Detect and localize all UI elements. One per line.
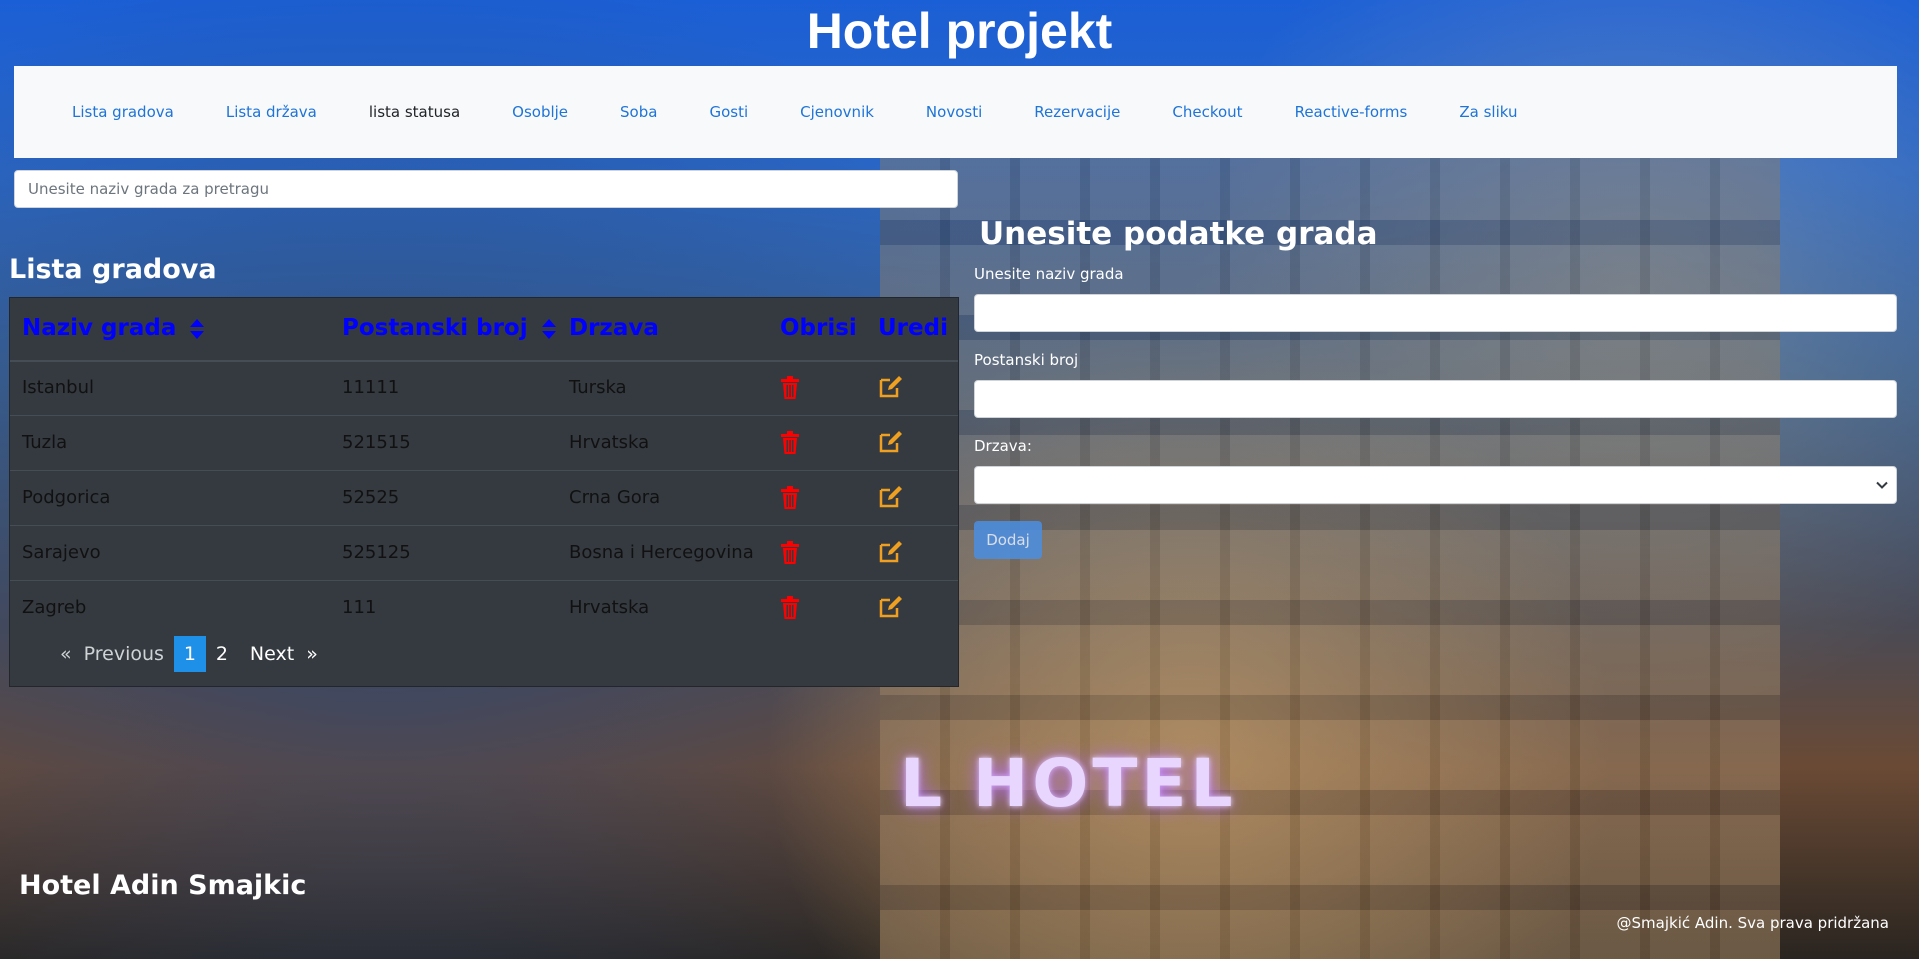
city-list-title: Lista gradova: [9, 254, 217, 285]
city-table: Naziv grada Postanski broj Drzava Obrisi…: [9, 297, 959, 687]
trash-icon[interactable]: [780, 486, 800, 510]
pagination-page-1[interactable]: 1: [173, 636, 206, 672]
cell-postal-code: 111: [342, 597, 377, 618]
table-header: Naziv grada Postanski broj Drzava Obrisi…: [10, 298, 958, 362]
city-form-title: Unesite podatke grada: [979, 216, 1378, 252]
nav-item-lista-drzava[interactable]: Lista država: [226, 103, 317, 121]
site-title: Hotel projekt: [806, 3, 1113, 59]
edit-icon[interactable]: [878, 540, 904, 564]
cell-city-name: Istanbul: [22, 377, 95, 398]
cell-country: Crna Gora: [569, 487, 661, 508]
pagination: « Previous 1 2 Next »: [60, 636, 318, 672]
nav-item-reactive-forms[interactable]: Reactive-forms: [1295, 103, 1408, 121]
trash-icon[interactable]: [780, 376, 800, 400]
pagination-page-2[interactable]: 2: [206, 636, 238, 672]
nav-item-osoblje[interactable]: Osoblje: [512, 103, 568, 121]
nav-item-novosti[interactable]: Novosti: [926, 103, 982, 121]
table-row: Zagreb 111 Hrvatska: [10, 580, 958, 636]
cell-country: Turska: [569, 377, 627, 398]
trash-icon[interactable]: [780, 541, 800, 565]
pagination-previous-arrow[interactable]: «: [60, 643, 72, 665]
table-row: Sarajevo 525125 Bosna i Hercegovina: [10, 525, 958, 581]
nav-item-lista-gradova[interactable]: Lista gradova: [72, 103, 174, 121]
column-header-postal-code[interactable]: Postanski broj: [342, 315, 556, 341]
footer-title: Hotel Adin Smajkic: [19, 870, 307, 901]
cell-city-name: Sarajevo: [22, 542, 101, 563]
postal-code-field[interactable]: [974, 380, 1897, 418]
column-header-delete: Obrisi: [780, 315, 857, 341]
trash-icon[interactable]: [780, 431, 800, 455]
nav-item-soba[interactable]: Soba: [620, 103, 657, 121]
edit-icon[interactable]: [878, 430, 904, 454]
table-row: Podgorica 52525 Crna Gora: [10, 470, 958, 526]
cell-postal-code: 521515: [342, 432, 411, 453]
country-label: Drzava:: [974, 437, 1032, 455]
pagination-next-arrow[interactable]: »: [306, 643, 318, 665]
cell-city-name: Tuzla: [22, 432, 68, 453]
city-search-input[interactable]: [14, 170, 958, 208]
pagination-previous[interactable]: Previous: [84, 643, 164, 665]
nav-item-cjenovnik[interactable]: Cjenovnik: [800, 103, 874, 121]
column-header-label: Naziv grada: [22, 315, 177, 341]
edit-icon[interactable]: [878, 595, 904, 619]
trash-icon[interactable]: [780, 596, 800, 620]
add-city-button[interactable]: Dodaj: [974, 521, 1042, 559]
table-row: Tuzla 521515 Hrvatska: [10, 415, 958, 471]
sort-icon[interactable]: [541, 318, 556, 339]
cell-postal-code: 11111: [342, 377, 400, 398]
cell-country: Hrvatska: [569, 597, 650, 618]
city-name-label: Unesite naziv grada: [974, 265, 1124, 283]
edit-icon[interactable]: [878, 485, 904, 509]
city-name-field[interactable]: [974, 294, 1897, 332]
footer-copyright: @Smajkić Adin. Sva prava pridržana: [1616, 914, 1889, 932]
cell-city-name: Podgorica: [22, 487, 111, 508]
cell-country: Bosna i Hercegovina: [569, 542, 754, 563]
country-select[interactable]: [974, 466, 1897, 504]
column-header-city-name[interactable]: Naziv grada: [22, 315, 205, 341]
pagination-next[interactable]: Next: [250, 643, 294, 665]
nav-item-checkout[interactable]: Checkout: [1172, 103, 1242, 121]
nav-item-rezervacije[interactable]: Rezervacije: [1034, 103, 1120, 121]
cell-city-name: Zagreb: [22, 597, 87, 618]
column-header-edit: Uredi: [878, 315, 948, 341]
background-hotel-sign: L HOTEL: [900, 745, 1237, 822]
cell-country: Hrvatska: [569, 432, 650, 453]
cell-postal-code: 525125: [342, 542, 411, 563]
postal-code-label: Postanski broj: [974, 351, 1079, 369]
nav-item-lista-statusa[interactable]: lista statusa: [369, 103, 460, 121]
main-navbar: Lista gradova Lista država lista statusa…: [14, 66, 1897, 158]
edit-icon[interactable]: [878, 375, 904, 399]
cell-postal-code: 52525: [342, 487, 400, 508]
nav-item-gosti[interactable]: Gosti: [709, 103, 748, 121]
chevron-down-icon: [1876, 481, 1888, 489]
column-header-label: Postanski broj: [342, 315, 528, 341]
table-row: Istanbul 11111 Turska: [10, 360, 958, 416]
column-header-country: Drzava: [569, 315, 659, 341]
nav-item-za-sliku[interactable]: Za sliku: [1459, 103, 1517, 121]
sort-icon[interactable]: [190, 318, 205, 339]
